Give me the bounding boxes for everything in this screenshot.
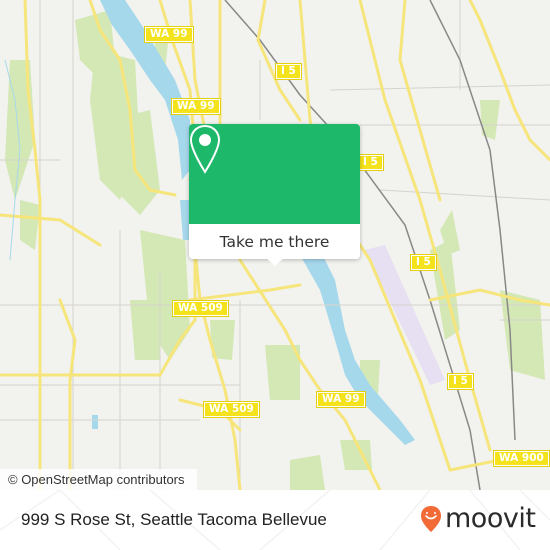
popup-header [189,124,360,224]
route-shield-i5: I 5 [447,373,474,390]
route-shield-wa99: WA 99 [144,26,194,43]
route-shield-i5: I 5 [357,154,384,171]
popup-tail [265,257,285,266]
footer: 999 S Rose St, Seattle Tacoma Bellevue m… [0,490,550,550]
moovit-logo[interactable]: moovit [420,503,536,534]
route-shield-wa900: WA 900 [493,450,550,467]
location-pin-icon [189,124,221,174]
route-shield-i5: I 5 [275,63,302,80]
map-attribution[interactable]: © OpenStreetMap contributors [0,469,197,490]
moovit-smiley-pin-icon [421,506,441,532]
route-shield-wa99: WA 99 [171,98,221,115]
route-shield-wa509: WA 509 [172,300,229,317]
map[interactable]: WA 99 WA 99 I 5 I 5 I 5 I 5 WA 509 WA 50… [0,0,550,490]
location-popup: Take me there [189,124,360,266]
address-label: 999 S Rose St, Seattle Tacoma Bellevue [21,510,327,529]
route-shield-wa99: WA 99 [316,391,366,408]
route-shield-i5: I 5 [410,254,437,271]
take-me-there-button[interactable]: Take me there [189,224,360,259]
route-shield-wa509: WA 509 [203,401,260,418]
brand-name: moovit [445,503,536,534]
